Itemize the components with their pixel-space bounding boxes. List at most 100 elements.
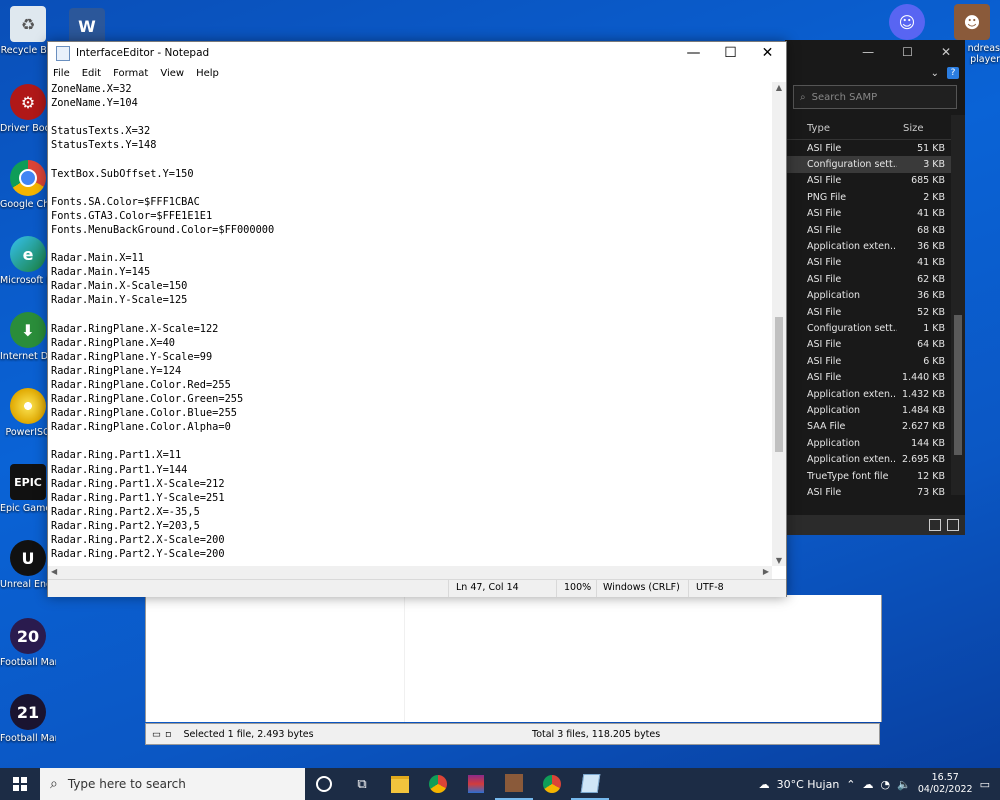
menu-help[interactable]: Help (196, 68, 219, 79)
file-size: 6 KB (923, 355, 945, 367)
file-row[interactable]: Application 1.484 KB (785, 402, 965, 418)
file-size: 36 KB (917, 241, 945, 253)
desktop-icon-football-manager-21[interactable]: 21 Football Manag... (0, 694, 56, 744)
scroll-down-arrow-icon[interactable]: ▼ (772, 556, 786, 565)
scroll-thumb[interactable] (775, 317, 783, 452)
file-row[interactable]: Application exten... 36 KB (785, 238, 965, 254)
file-size: 144 KB (911, 437, 945, 449)
notification-icon[interactable]: ▭ (980, 778, 990, 791)
file-row[interactable]: ASI File 6 KB (785, 353, 965, 369)
onedrive-icon[interactable]: ☁ (863, 778, 874, 791)
menu-file[interactable]: File (53, 68, 70, 79)
close-button[interactable]: ✕ (749, 45, 786, 61)
file-size: 68 KB (917, 224, 945, 236)
maximize-button[interactable]: ☐ (712, 45, 749, 61)
line-ending: Windows (CRLF) (603, 582, 680, 593)
weather-icon[interactable]: ☁ (759, 778, 770, 791)
file-row[interactable]: Configuration sett... 1 KB (785, 320, 965, 336)
explorer-column-headers: Type Size (785, 117, 965, 140)
desktop-icon-football-manager-20[interactable]: 20 Football Manag... (0, 618, 56, 668)
cortana-icon[interactable] (305, 768, 343, 800)
scroll-up-arrow-icon[interactable]: ▲ (772, 83, 786, 92)
file-row[interactable]: ASI File 685 KB (785, 173, 965, 189)
taskbar-search-input[interactable]: ⌕ Type here to search (40, 768, 305, 800)
menu-format[interactable]: Format (113, 68, 148, 79)
task-view-icon[interactable]: ⧉ (343, 768, 381, 800)
chevron-down-icon[interactable]: ⌄ (931, 68, 939, 79)
document-text[interactable]: ZoneName.X=32 ZoneName.Y=104 StatusTexts… (48, 82, 772, 561)
file-row[interactable]: Application 36 KB (785, 288, 965, 304)
file-row[interactable]: Application 144 KB (785, 435, 965, 451)
driver-booster-icon: ⚙ (10, 84, 46, 120)
minimize-icon[interactable]: — (862, 45, 874, 59)
text-editor-area[interactable]: ZoneName.X=32 ZoneName.Y=104 StatusTexts… (48, 82, 772, 566)
file-row[interactable]: ASI File 62 KB (785, 271, 965, 287)
file-size: 51 KB (917, 142, 945, 154)
scroll-thumb[interactable] (954, 315, 962, 455)
samp-icon[interactable] (495, 768, 533, 800)
file-type: Application (807, 437, 861, 449)
start-button[interactable] (0, 768, 40, 800)
chrome-icon[interactable] (533, 768, 571, 800)
large-icons-view-icon[interactable] (947, 519, 959, 531)
file-row[interactable]: Configuration sett... 3 KB (785, 156, 965, 173)
file-row[interactable]: ASI File 51 KB (785, 140, 965, 156)
file-row[interactable]: ASI File 52 KB (785, 304, 965, 320)
column-header-size[interactable]: Size (897, 123, 951, 134)
menu-view[interactable]: View (160, 68, 184, 79)
file-type: Application (807, 404, 861, 416)
details-view-icon[interactable]: ▭ (152, 729, 161, 740)
file-row[interactable]: SAA File 2.627 KB (785, 419, 965, 435)
explorer-search-input[interactable]: ⌕ Search SAMP (793, 85, 957, 109)
weather-text[interactable]: 30°C Hujan (777, 778, 840, 791)
file-row[interactable]: ASI File 73 KB (785, 484, 965, 500)
clock[interactable]: 16.57 04/02/2022 (918, 772, 973, 796)
close-icon[interactable]: ✕ (941, 45, 951, 59)
notepad-titlebar[interactable]: InterfaceEditor - Notepad — ☐ ✕ (48, 42, 786, 64)
file-type: ASI File (807, 273, 842, 285)
file-row[interactable]: Application exten... 2.695 KB (785, 451, 965, 467)
file-size: 62 KB (917, 273, 945, 285)
file-type: ASI File (807, 257, 842, 269)
notepad-window[interactable]: InterfaceEditor - Notepad — ☐ ✕ File Edi… (47, 41, 787, 597)
menu-edit[interactable]: Edit (82, 68, 101, 79)
file-type: Application exten... (807, 454, 897, 466)
file-row[interactable]: ASI File 41 KB (785, 255, 965, 271)
discord-icon: ☺ (889, 4, 925, 40)
desktop-icon-discord[interactable]: ☺ (882, 4, 932, 43)
file-row[interactable]: Application exten... 1.432 KB (785, 386, 965, 402)
file-row[interactable]: PNG File 2 KB (785, 189, 965, 205)
column-header-type[interactable]: Type (785, 123, 897, 134)
file-row[interactable]: TrueType font file 12 KB (785, 468, 965, 484)
word-icon: W (69, 8, 105, 44)
file-row[interactable]: ASI File 68 KB (785, 222, 965, 238)
file-type: Application (807, 290, 861, 302)
vertical-scrollbar[interactable]: ▲ ▼ (772, 82, 786, 566)
file-size: 3 KB (923, 159, 945, 171)
epic-games-icon: EPIC (10, 464, 46, 500)
scroll-left-arrow-icon[interactable]: ◀ (51, 567, 57, 576)
minimize-button[interactable]: — (675, 45, 712, 61)
chevron-up-icon[interactable]: ⌃ (846, 778, 855, 791)
details-view-icon[interactable] (929, 519, 941, 531)
network-icon[interactable]: ◔ (881, 778, 891, 791)
help-icon[interactable]: ? (947, 67, 959, 79)
horizontal-scrollbar[interactable]: ◀ ▶ (48, 566, 772, 579)
thumbnail-view-icon[interactable]: ▫ (165, 729, 171, 740)
chrome-icon[interactable] (419, 768, 457, 800)
idm-icon: ⬇ (10, 312, 46, 348)
file-type: ASI File (807, 306, 842, 318)
notepad-menubar: File Edit Format View Help (48, 64, 786, 82)
explorer-scrollbar[interactable] (951, 115, 965, 495)
file-row[interactable]: ASI File 41 KB (785, 206, 965, 222)
file-row[interactable]: ASI File 1.440 KB (785, 369, 965, 385)
maximize-icon[interactable]: ☐ (902, 45, 913, 59)
explorer-details-pane: — ☐ ✕ ⌄ ? ⌕ Search SAMP Type Size ASI Fi… (785, 40, 965, 535)
notepad-status-bar: Ln 47, Col 14 100% Windows (CRLF) UTF-8 (48, 579, 786, 597)
notepad-icon[interactable] (571, 768, 609, 800)
scroll-right-arrow-icon[interactable]: ▶ (763, 567, 769, 576)
file-explorer-icon[interactable] (381, 768, 419, 800)
volume-icon[interactable]: 🔈 (897, 778, 911, 791)
winrar-icon[interactable] (457, 768, 495, 800)
file-row[interactable]: ASI File 64 KB (785, 337, 965, 353)
